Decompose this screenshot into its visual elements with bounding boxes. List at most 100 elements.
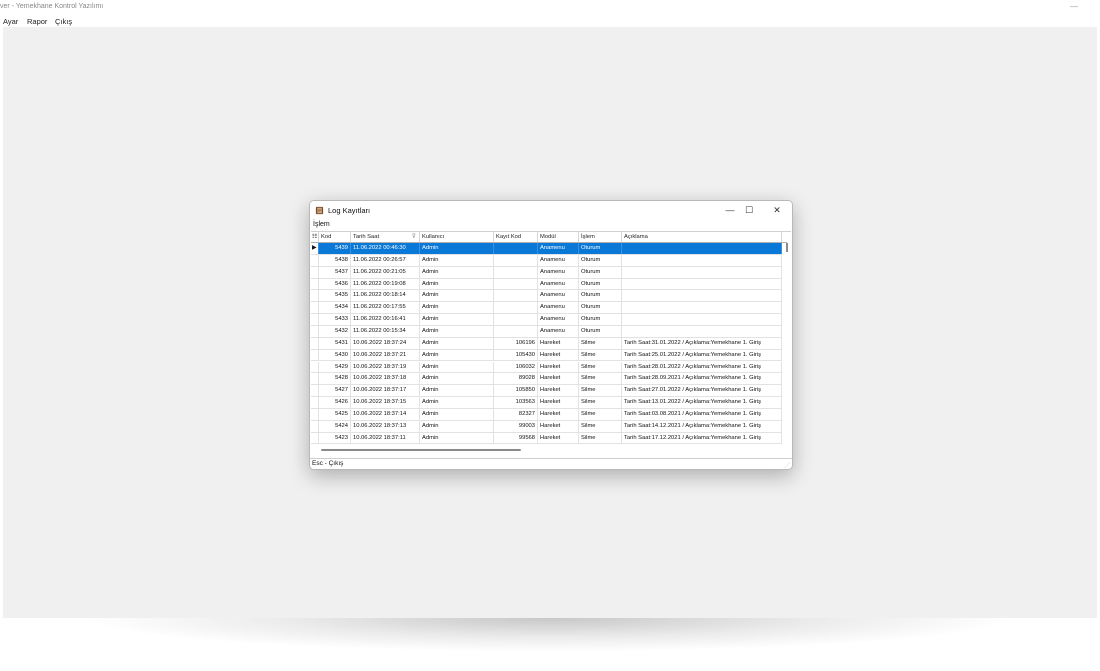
column-header-kayit[interactable]: Kayıt Kod [494, 232, 538, 242]
row-indicator[interactable] [311, 385, 319, 397]
menu-cikis[interactable]: Çıkış [55, 17, 72, 26]
cell-kullanici[interactable]: Admin [420, 420, 494, 432]
cell-kayit[interactable] [494, 290, 538, 302]
table-row[interactable]: 5435 11.06.2022 00:18:14 Admin Anamenu Oturu… [311, 290, 782, 303]
table-row[interactable]: 5432 11.06.2022 00:15:34 Admin Anamenu Oturu… [311, 325, 782, 338]
cell-aciklama[interactable] [622, 243, 782, 254]
cell-tarih[interactable]: 10.06.2022 18:37:13 [351, 420, 420, 432]
cell-kullanici[interactable]: Admin [420, 337, 494, 349]
horizontal-scrollbar[interactable] [311, 447, 787, 453]
table-row[interactable]: 5438 11.06.2022 00:26:57 Admin Anamenu Oturu… [311, 254, 782, 267]
cell-aciklama[interactable] [622, 314, 782, 326]
row-indicator[interactable] [311, 302, 319, 314]
row-indicator[interactable] [311, 325, 319, 337]
cell-kayit[interactable] [494, 302, 538, 314]
menu-ayar[interactable]: Ayar [3, 17, 18, 26]
cell-kayit[interactable]: 99003 [494, 420, 538, 432]
cell-modul[interactable]: Hareket [538, 385, 579, 397]
cell-kod[interactable]: 5425 [319, 408, 351, 420]
cell-kullanici[interactable]: Admin [420, 373, 494, 385]
row-indicator-arrow-icon[interactable]: ▶ [311, 243, 319, 254]
cell-tarih[interactable]: 11.06.2022 00:15:34 [351, 325, 420, 337]
cell-kullanici[interactable]: Admin [420, 432, 494, 444]
cell-aciklama[interactable]: Tarih Saat:25.01.2022 / Açıklama:Yemekha… [622, 349, 782, 361]
cell-tarih[interactable]: 11.06.2022 00:21:05 [351, 266, 420, 278]
cell-tarih[interactable]: 11.06.2022 00:46:30 [351, 243, 420, 254]
cell-islem[interactable]: Oturum [579, 325, 622, 337]
cell-kullanici[interactable]: Admin [420, 385, 494, 397]
cell-aciklama[interactable]: Tarih Saat:03.08.2021 / Açıklama:Yemekha… [622, 408, 782, 420]
table-row[interactable]: 5436 11.06.2022 00:19:08 Admin Anamenu Oturu… [311, 278, 782, 291]
row-indicator[interactable] [311, 337, 319, 349]
row-indicator[interactable] [311, 420, 319, 432]
row-indicator[interactable] [311, 349, 319, 361]
cell-aciklama[interactable]: Tarih Saat:14.12.2021 / Açıklama:Yemekha… [622, 420, 782, 432]
table-row[interactable]: 5425 10.06.2022 18:37:14 Admin 82327 Hareket… [311, 408, 782, 421]
cell-aciklama[interactable] [622, 290, 782, 302]
cell-modul[interactable]: Hareket [538, 432, 579, 444]
cell-islem[interactable]: Silme [579, 349, 622, 361]
row-indicator[interactable] [311, 373, 319, 385]
cell-kayit[interactable]: 106032 [494, 361, 538, 373]
cell-modul[interactable]: Hareket [538, 361, 579, 373]
cell-tarih[interactable]: 10.06.2022 18:37:24 [351, 337, 420, 349]
vertical-scrollbar[interactable] [784, 243, 790, 443]
table-row[interactable]: 5424 10.06.2022 18:37:13 Admin 99003 Hareket… [311, 420, 782, 433]
table-row[interactable]: 5429 10.06.2022 18:37:19 Admin 106032 Hareke… [311, 361, 782, 374]
cell-kod[interactable]: 5439 [319, 243, 351, 254]
log-grid[interactable]: ☷ Kod Tarih Saat ⊽ Kullanıcı Kayıt Kod Mo… [311, 231, 791, 458]
cell-kayit[interactable]: 99568 [494, 432, 538, 444]
cell-kod[interactable]: 5427 [319, 385, 351, 397]
cell-kayit[interactable] [494, 314, 538, 326]
cell-kayit[interactable]: 106196 [494, 337, 538, 349]
cell-islem[interactable]: Silme [579, 361, 622, 373]
cell-kayit[interactable] [494, 266, 538, 278]
table-row[interactable]: 5437 11.06.2022 00:21:05 Admin Anamenu Oturu… [311, 266, 782, 279]
maximize-button[interactable]: ☐ [737, 203, 761, 217]
table-row[interactable]: 5430 10.06.2022 18:37:21 Admin 105430 Hareke… [311, 349, 782, 362]
cell-modul[interactable]: Anamenu [538, 302, 579, 314]
cell-islem[interactable]: Oturum [579, 278, 622, 290]
cell-islem[interactable]: Silme [579, 385, 622, 397]
cell-aciklama[interactable]: Tarih Saat:17.12.2021 / Açıklama:Yemekha… [622, 432, 782, 444]
menu-islem[interactable]: İşlem [313, 221, 330, 228]
cell-tarih[interactable]: 10.06.2022 18:37:17 [351, 385, 420, 397]
cell-tarih[interactable]: 10.06.2022 18:37:15 [351, 397, 420, 409]
cell-islem[interactable]: Silme [579, 337, 622, 349]
cell-aciklama[interactable]: Tarih Saat:28.01.2022 / Açıklama:Yemekha… [622, 361, 782, 373]
table-row[interactable]: 5426 10.06.2022 18:37:15 Admin 103563 Hareke… [311, 397, 782, 409]
cell-kullanici[interactable]: Admin [420, 408, 494, 420]
cell-tarih[interactable]: 10.06.2022 18:37:19 [351, 361, 420, 373]
column-header-kod[interactable]: Kod [319, 232, 351, 242]
cell-kullanici[interactable]: Admin [420, 361, 494, 373]
row-indicator[interactable] [311, 266, 319, 278]
cell-islem[interactable]: Silme [579, 408, 622, 420]
cell-kod[interactable]: 5428 [319, 373, 351, 385]
row-indicator[interactable] [311, 408, 319, 420]
cell-modul[interactable]: Hareket [538, 420, 579, 432]
row-indicator[interactable] [311, 278, 319, 290]
cell-kullanici[interactable]: Admin [420, 278, 494, 290]
cell-tarih[interactable]: 10.06.2022 18:37:18 [351, 373, 420, 385]
cell-kullanici[interactable]: Admin [420, 290, 494, 302]
cell-modul[interactable]: Anamenu [538, 243, 579, 254]
cell-kod[interactable]: 5426 [319, 397, 351, 409]
cell-kayit[interactable]: 103563 [494, 397, 538, 409]
vertical-scroll-thumb[interactable] [786, 243, 788, 252]
cell-modul[interactable]: Anamenu [538, 314, 579, 326]
cell-tarih[interactable]: 11.06.2022 00:17:55 [351, 302, 420, 314]
column-header-tarih[interactable]: Tarih Saat ⊽ [351, 232, 420, 242]
table-row[interactable]: ▶ 5439 11.06.2022 00:46:30 Admin Anamenu Otur… [311, 243, 782, 255]
close-button[interactable]: ✕ [765, 203, 789, 217]
table-row[interactable]: 5423 10.06.2022 18:37:11 Admin 99568 Hareket… [311, 432, 782, 445]
column-chooser-icon[interactable]: ☷ [311, 232, 319, 242]
cell-tarih[interactable]: 11.06.2022 00:18:14 [351, 290, 420, 302]
table-row[interactable]: 5433 11.06.2022 00:16:41 Admin Anamenu Oturu… [311, 314, 782, 326]
cell-modul[interactable]: Anamenu [538, 266, 579, 278]
cell-kayit[interactable] [494, 325, 538, 337]
cell-modul[interactable]: Hareket [538, 349, 579, 361]
cell-kullanici[interactable]: Admin [420, 266, 494, 278]
cell-kod[interactable]: 5435 [319, 290, 351, 302]
cell-kayit[interactable] [494, 243, 538, 254]
table-row[interactable]: 5434 11.06.2022 00:17:55 Admin Anamenu Oturu… [311, 302, 782, 315]
